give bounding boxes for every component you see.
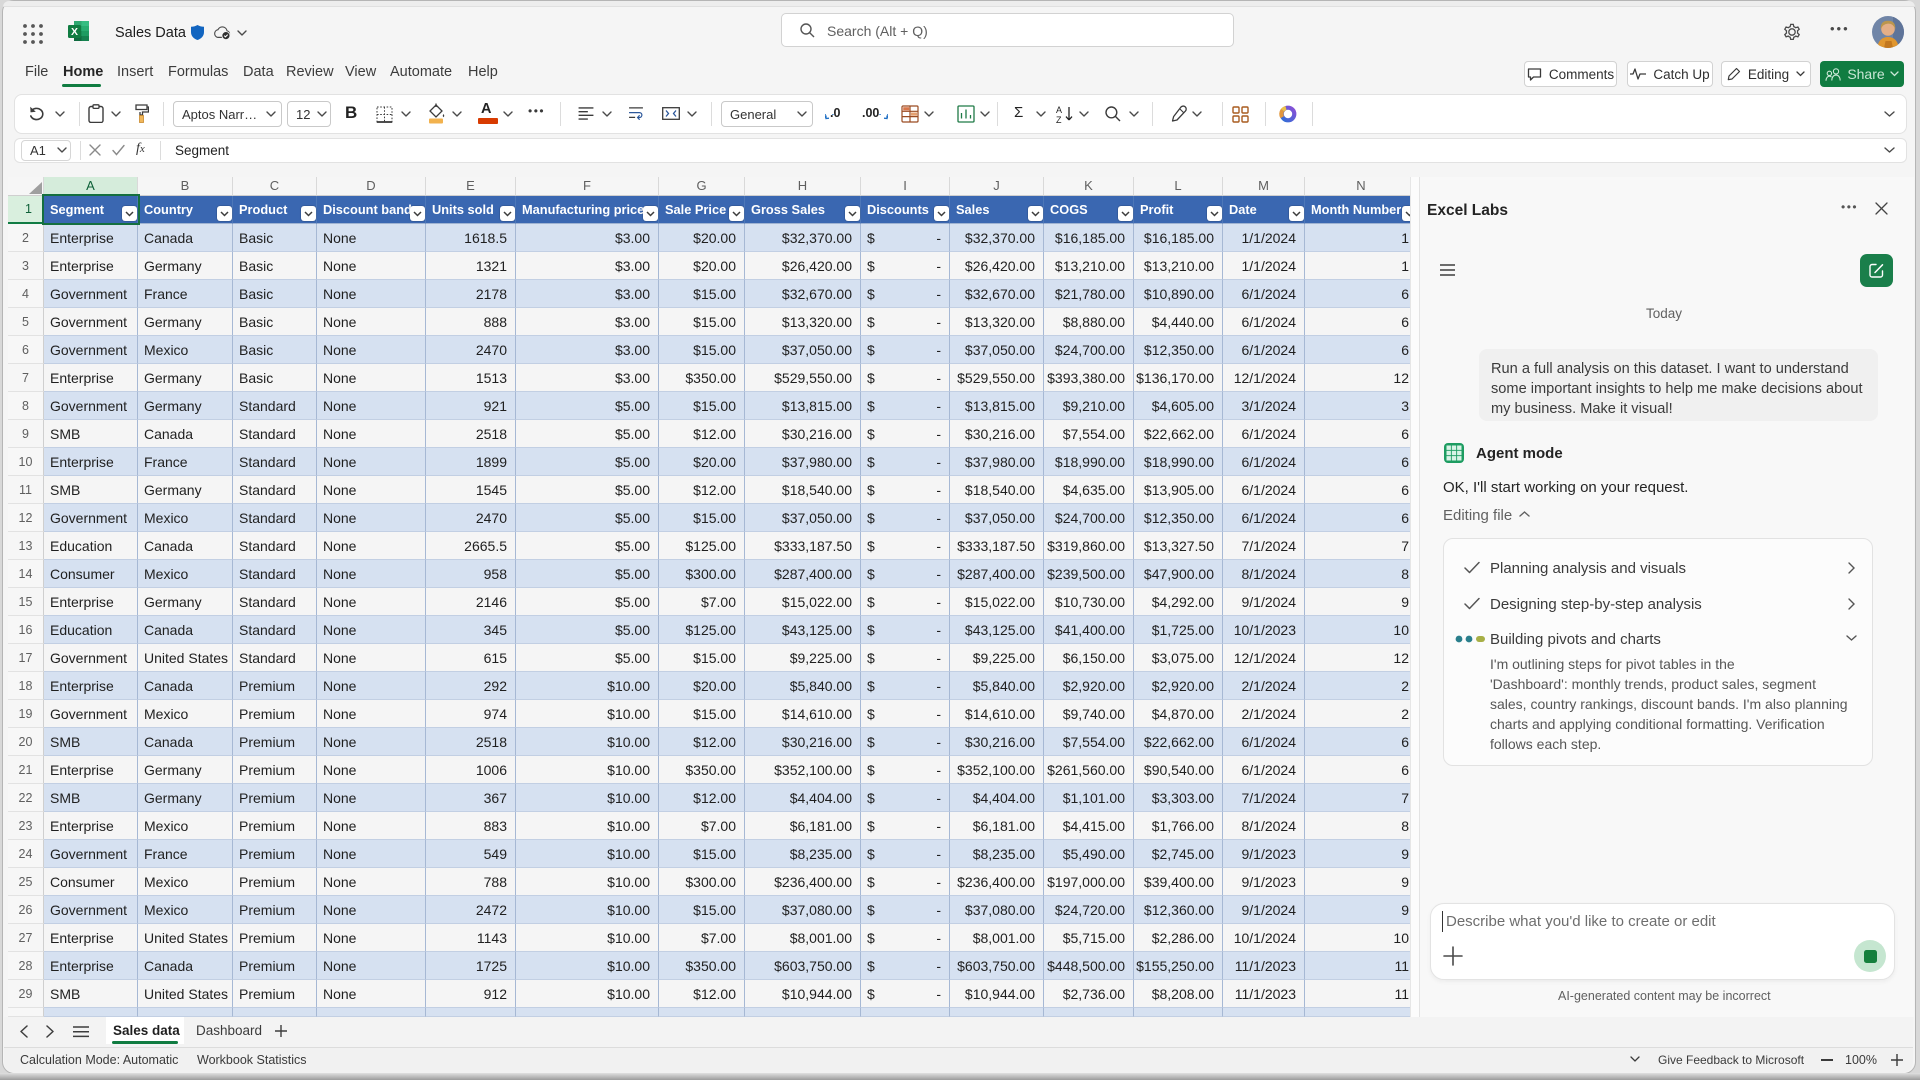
- svg-text:Z: Z: [1056, 115, 1062, 123]
- svg-text:A: A: [1056, 105, 1062, 115]
- svg-text:X: X: [71, 26, 78, 38]
